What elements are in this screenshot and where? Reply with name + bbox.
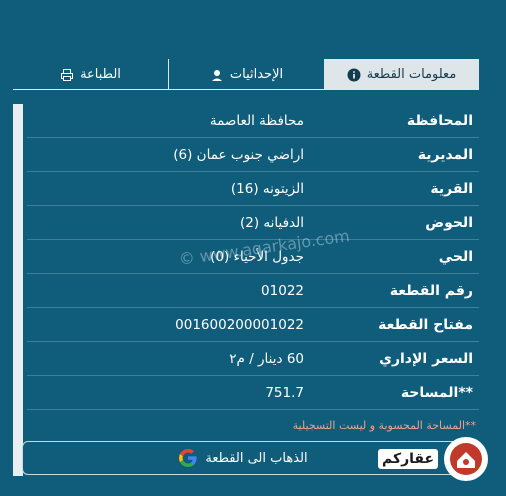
location-pin-icon — [210, 68, 224, 82]
row-label: الحوض — [425, 214, 473, 231]
row-value-text: 01022 — [261, 282, 304, 299]
row-value-text: الزيتونه (16) — [230, 180, 304, 197]
row-label: المديرية — [417, 146, 473, 163]
tab-label: الطباعة — [80, 67, 121, 82]
row-value-text: اراضي جنوب عمان (6) — [173, 146, 304, 163]
brand-logo: عقاركم — [378, 434, 488, 484]
row-label: مفتاح القطعة — [378, 316, 473, 333]
row-value-text: 60 دينار / م٢ — [229, 350, 304, 367]
table-row: القرية الزيتونه (16) — [27, 172, 479, 206]
tab-parcel-info[interactable]: معلومات القطعة — [324, 59, 479, 90]
row-value-text: 751.7 — [265, 384, 304, 401]
tab-coordinates[interactable]: الإحداثيات — [168, 59, 324, 90]
logo-text: عقاركم — [378, 449, 439, 469]
logo-badge-icon — [444, 437, 488, 481]
tab-print[interactable]: الطباعة — [13, 59, 168, 90]
row-value: محافظة العاصمة — [27, 113, 304, 129]
row-label: رقم القطعة — [389, 282, 473, 299]
table-row: مفتاح القطعة 001600200001022 — [27, 308, 479, 342]
row-label: السعر الإداري — [379, 350, 473, 367]
table-row: المساحة** 751.7 — [27, 376, 479, 410]
google-icon — [179, 449, 198, 467]
go-button-label: الذهاب الى القطعة — [205, 450, 308, 466]
tab-label: معلومات القطعة — [366, 67, 457, 82]
tab-label: الإحداثيات — [229, 67, 284, 82]
table-row: الحوض الدفيانه (2) — [27, 206, 479, 240]
row-value-text: محافظة العاصمة — [209, 112, 304, 129]
printer-icon — [60, 68, 74, 82]
row-value: 60 دينار / م٢ — [27, 351, 304, 367]
row-value-text: جدول الأحياء (0) — [210, 248, 304, 265]
area-note: **المساحة المحسوبة و ليست التسجيلية — [292, 419, 476, 432]
row-label: المساحة** — [400, 384, 473, 401]
row-value: الدفيانه (2) — [27, 215, 304, 231]
tab-bar: معلومات القطعة الإحداثيات الطباعة — [13, 59, 479, 90]
row-value: 01022 — [27, 283, 304, 299]
scrollbar[interactable] — [13, 104, 23, 476]
info-icon — [347, 68, 361, 82]
table-row: السعر الإداري 60 دينار / م٢ — [27, 342, 479, 376]
row-value: الزيتونه (16) — [27, 181, 304, 197]
row-value: اراضي جنوب عمان (6) — [27, 147, 304, 163]
table-row: المديرية اراضي جنوب عمان (6) — [27, 138, 479, 172]
row-value: جدول الأحياء (0) — [27, 249, 304, 265]
row-label: الحي — [438, 248, 473, 265]
row-value-text: 001600200001022 — [175, 316, 304, 333]
row-value: 001600200001022 — [27, 317, 304, 333]
row-label: القرية — [430, 180, 473, 197]
row-value-text: الدفيانه (2) — [239, 214, 304, 231]
table-row: المحافظة محافظة العاصمة — [27, 104, 479, 138]
top-band — [0, 0, 506, 46]
table-row: الحي جدول الأحياء (0) — [27, 240, 479, 274]
table-row: رقم القطعة 01022 — [27, 274, 479, 308]
row-label: المحافظة — [406, 112, 473, 129]
row-value: 751.7 — [27, 385, 304, 401]
